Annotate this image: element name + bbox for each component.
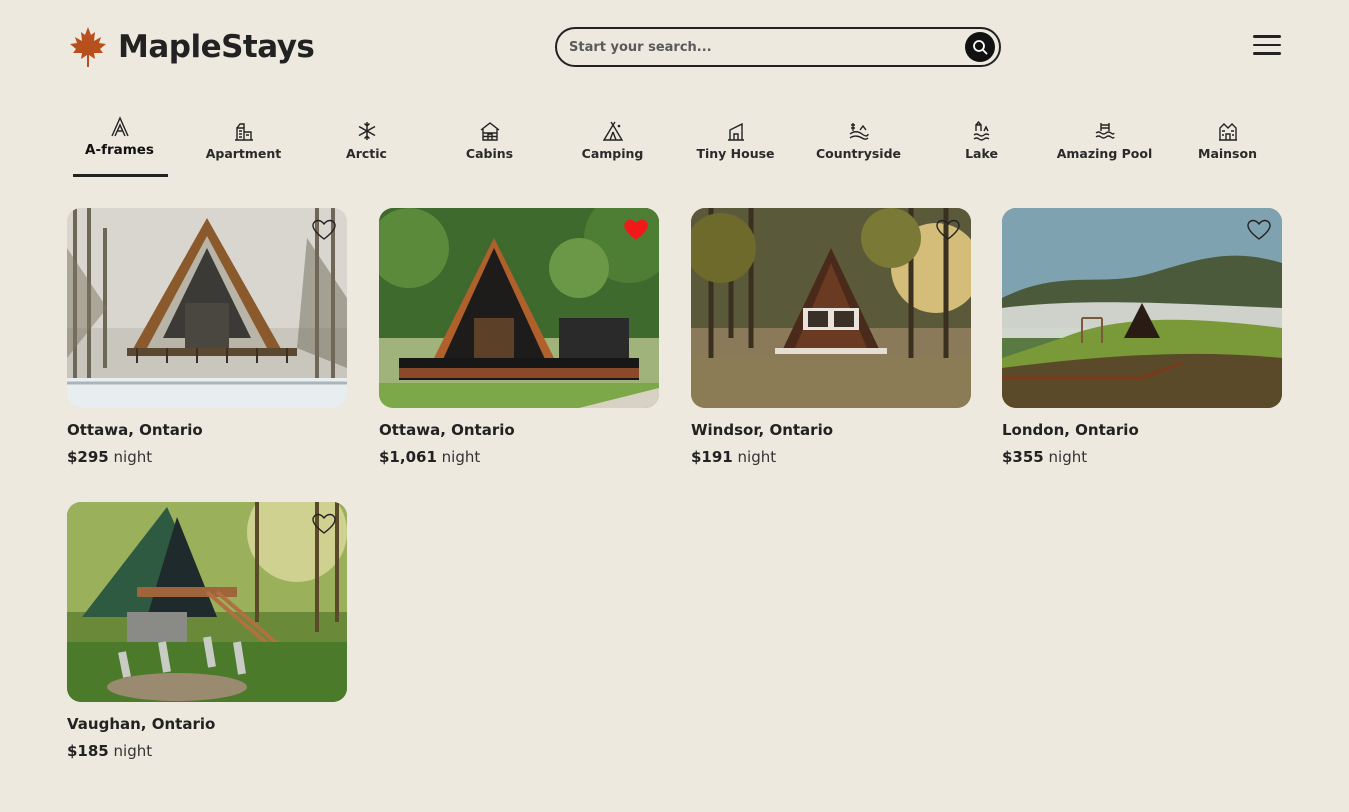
listing-card[interactable]: London, Ontario $355 night xyxy=(1002,208,1282,466)
listing-photo[interactable] xyxy=(379,208,659,408)
category-camping[interactable]: Camping xyxy=(551,108,674,178)
category-arctic[interactable]: Arctic xyxy=(305,108,428,178)
countryside-icon xyxy=(849,123,869,140)
listing-price: $355 night xyxy=(1002,448,1282,466)
price-unit: night xyxy=(441,448,481,466)
black-a-frame-with-deck-photo xyxy=(379,208,659,408)
listing-photo[interactable] xyxy=(1002,208,1282,408)
a-frame-in-autumn-woods-photo xyxy=(691,208,971,408)
listing-location: Windsor, Ontario xyxy=(691,421,834,439)
category-label: Countryside xyxy=(816,146,901,161)
search-input[interactable] xyxy=(569,39,965,55)
category-label: Tiny House xyxy=(696,146,775,161)
snowflake-icon xyxy=(358,122,375,140)
category-label: Apartment xyxy=(205,146,282,161)
cabin-icon xyxy=(480,122,499,141)
category-label: A-frames xyxy=(85,142,154,158)
listing-card[interactable]: Vaughan, Ontario $185 night xyxy=(67,502,347,760)
favorite-heart-icon[interactable] xyxy=(623,217,649,243)
search-bar xyxy=(555,27,1001,67)
category-countryside[interactable]: Countryside xyxy=(797,108,920,178)
favorite-heart-icon[interactable] xyxy=(935,217,961,243)
category-apartment[interactable]: Apartment xyxy=(182,108,305,178)
tiny-house-icon xyxy=(727,122,744,141)
price-unit: night xyxy=(113,448,153,466)
pool-icon xyxy=(1095,123,1115,139)
category-mansion[interactable]: Mainson xyxy=(1166,108,1289,178)
category-amazing-pool[interactable]: Amazing Pool xyxy=(1043,108,1166,178)
price-amount: $191 xyxy=(691,448,733,466)
a-frame-cabin-winter-forest-photo xyxy=(67,208,347,408)
mansion-icon xyxy=(1218,123,1237,141)
category-a-frames[interactable]: A-frames xyxy=(58,108,181,178)
listing-photo[interactable] xyxy=(691,208,971,408)
hamburger-icon[interactable] xyxy=(1253,35,1281,59)
header: MapleStays xyxy=(0,0,1349,95)
apartment-icon xyxy=(234,123,253,141)
listing-location: Ottawa, Ontario xyxy=(379,421,515,439)
tent-icon xyxy=(602,121,623,141)
logo[interactable]: MapleStays xyxy=(68,26,315,68)
category-bar: A-frames Apartment Arctic Cabins Camping… xyxy=(58,108,1290,180)
listing-location: Ottawa, Ontario xyxy=(67,421,203,439)
category-label: Mainson xyxy=(1198,146,1257,161)
price-unit: night xyxy=(1048,448,1088,466)
listing-location: Vaughan, Ontario xyxy=(67,715,216,733)
active-category-underline xyxy=(73,174,168,177)
favorite-heart-icon[interactable] xyxy=(1246,217,1272,243)
listing-photo[interactable] xyxy=(67,208,347,408)
listing-price: $295 night xyxy=(67,448,347,466)
brand-name: MapleStays xyxy=(118,29,315,65)
lake-icon xyxy=(973,120,989,141)
category-label: Arctic xyxy=(346,146,387,161)
listing-price: $185 night xyxy=(67,742,347,760)
price-amount: $295 xyxy=(67,448,109,466)
category-label: Camping xyxy=(581,146,644,161)
price-amount: $185 xyxy=(67,742,109,760)
a-frame-on-hill-valley-photo xyxy=(1002,208,1282,408)
listing-price: $191 night xyxy=(691,448,971,466)
price-amount: $1,061 xyxy=(379,448,437,466)
favorite-heart-icon[interactable] xyxy=(311,511,337,537)
category-tiny-house[interactable]: Tiny House xyxy=(674,108,797,178)
category-label: Amazing Pool xyxy=(1056,146,1153,161)
price-amount: $355 xyxy=(1002,448,1044,466)
listing-card[interactable]: Ottawa, Ontario $1,061 night xyxy=(379,208,659,466)
category-cabins[interactable]: Cabins xyxy=(428,108,551,178)
category-label: Cabins xyxy=(465,146,514,161)
listing-card[interactable]: Ottawa, Ontario $295 night xyxy=(67,208,347,466)
green-roof-a-frame-with-chairs-photo xyxy=(67,502,347,702)
search-button[interactable] xyxy=(965,32,995,62)
listing-price: $1,061 night xyxy=(379,448,659,466)
favorite-heart-icon[interactable] xyxy=(311,217,337,243)
category-lake[interactable]: Lake xyxy=(920,108,1043,178)
listing-card[interactable]: Windsor, Ontario $191 night xyxy=(691,208,971,466)
category-label: Lake xyxy=(965,146,998,161)
listing-location: London, Ontario xyxy=(1002,421,1139,439)
price-unit: night xyxy=(737,448,777,466)
a-frame-icon xyxy=(110,116,129,137)
listing-photo[interactable] xyxy=(67,502,347,702)
maple-leaf-icon xyxy=(70,27,106,67)
price-unit: night xyxy=(113,742,153,760)
search-icon xyxy=(973,40,988,55)
